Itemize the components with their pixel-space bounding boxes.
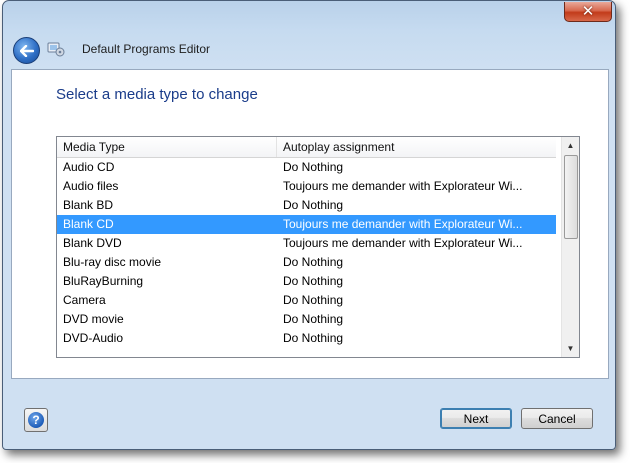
help-button[interactable]: ? bbox=[24, 408, 48, 432]
dialog-footer: ? Next Cancel bbox=[11, 378, 607, 440]
list-item[interactable]: Blank DVD Toujours me demander with Expl… bbox=[57, 234, 556, 253]
scrollbar-thumb[interactable] bbox=[564, 155, 578, 239]
list-item[interactable]: BluRayBurning Do Nothing bbox=[57, 272, 556, 291]
column-header-media-type[interactable]: Media Type bbox=[57, 137, 277, 157]
media-type-cell: Camera bbox=[63, 293, 106, 307]
media-type-cell: BluRayBurning bbox=[63, 274, 144, 288]
list-item-selected[interactable]: Blank CD Toujours me demander with Explo… bbox=[57, 215, 556, 234]
assignment-cell: Do Nothing bbox=[283, 255, 344, 269]
assignment-cell: Do Nothing bbox=[283, 331, 344, 345]
media-type-list[interactable]: Media Type Autoplay assignment Audio CD … bbox=[56, 136, 580, 358]
list-item[interactable]: Blu-ray disc movie Do Nothing bbox=[57, 253, 556, 272]
column-header-autoplay-assignment[interactable]: Autoplay assignment bbox=[277, 137, 556, 157]
assignment-cell: Do Nothing bbox=[283, 312, 344, 326]
scroll-up-arrow-icon[interactable]: ▲ bbox=[562, 137, 579, 154]
close-button[interactable]: ✕ bbox=[564, 2, 612, 22]
back-arrow-icon bbox=[19, 44, 34, 57]
media-type-cell: Audio files bbox=[63, 179, 119, 193]
list-item[interactable]: Audio files Toujours me demander with Ex… bbox=[57, 177, 556, 196]
page-title: Select a media type to change bbox=[56, 86, 258, 103]
default-programs-icon bbox=[47, 41, 65, 57]
vertical-scrollbar[interactable]: ▲ ▼ bbox=[561, 137, 579, 357]
scroll-down-arrow-icon[interactable]: ▼ bbox=[562, 340, 579, 357]
content-area: Select a media type to change Media Type… bbox=[11, 69, 609, 379]
media-type-cell: Audio CD bbox=[63, 160, 115, 174]
assignment-cell: Do Nothing bbox=[283, 293, 344, 307]
media-type-cell: DVD-Audio bbox=[63, 331, 124, 345]
assignment-cell: Do Nothing bbox=[283, 198, 344, 212]
window-title: Default Programs Editor bbox=[82, 42, 211, 56]
assignment-cell: Toujours me demander with Explorateur Wi… bbox=[283, 179, 523, 193]
cancel-button[interactable]: Cancel bbox=[521, 408, 593, 429]
help-icon: ? bbox=[28, 412, 44, 428]
list-item[interactable]: Blank BD Do Nothing bbox=[57, 196, 556, 215]
assignment-cell: Do Nothing bbox=[283, 160, 344, 174]
media-type-cell: Blu-ray disc movie bbox=[63, 255, 162, 269]
assignment-cell: Toujours me demander with Explorateur Wi… bbox=[283, 236, 523, 250]
list-item[interactable]: DVD movie Do Nothing bbox=[57, 310, 556, 329]
list-item[interactable]: Camera Do Nothing bbox=[57, 291, 556, 310]
next-button[interactable]: Next bbox=[440, 408, 512, 429]
assignment-cell: Toujours me demander with Explorateur Wi… bbox=[283, 217, 523, 231]
media-type-cell: Blank BD bbox=[63, 198, 114, 212]
media-type-cell: Blank DVD bbox=[63, 236, 122, 250]
list-item[interactable]: DVD-Audio Do Nothing bbox=[57, 329, 556, 348]
list-header: Media Type Autoplay assignment bbox=[57, 137, 556, 158]
list-rows: Audio CD Do Nothing Audio files Toujours… bbox=[57, 158, 556, 348]
media-type-cell: Blank CD bbox=[63, 217, 114, 231]
media-type-cell: DVD movie bbox=[63, 312, 124, 326]
list-item[interactable]: Audio CD Do Nothing bbox=[57, 158, 556, 177]
close-icon: ✕ bbox=[581, 3, 595, 20]
back-button[interactable] bbox=[13, 37, 40, 64]
assignment-cell: Do Nothing bbox=[283, 274, 344, 288]
dialog-window: ✕ Default Programs Editor Select a media… bbox=[2, 0, 616, 450]
